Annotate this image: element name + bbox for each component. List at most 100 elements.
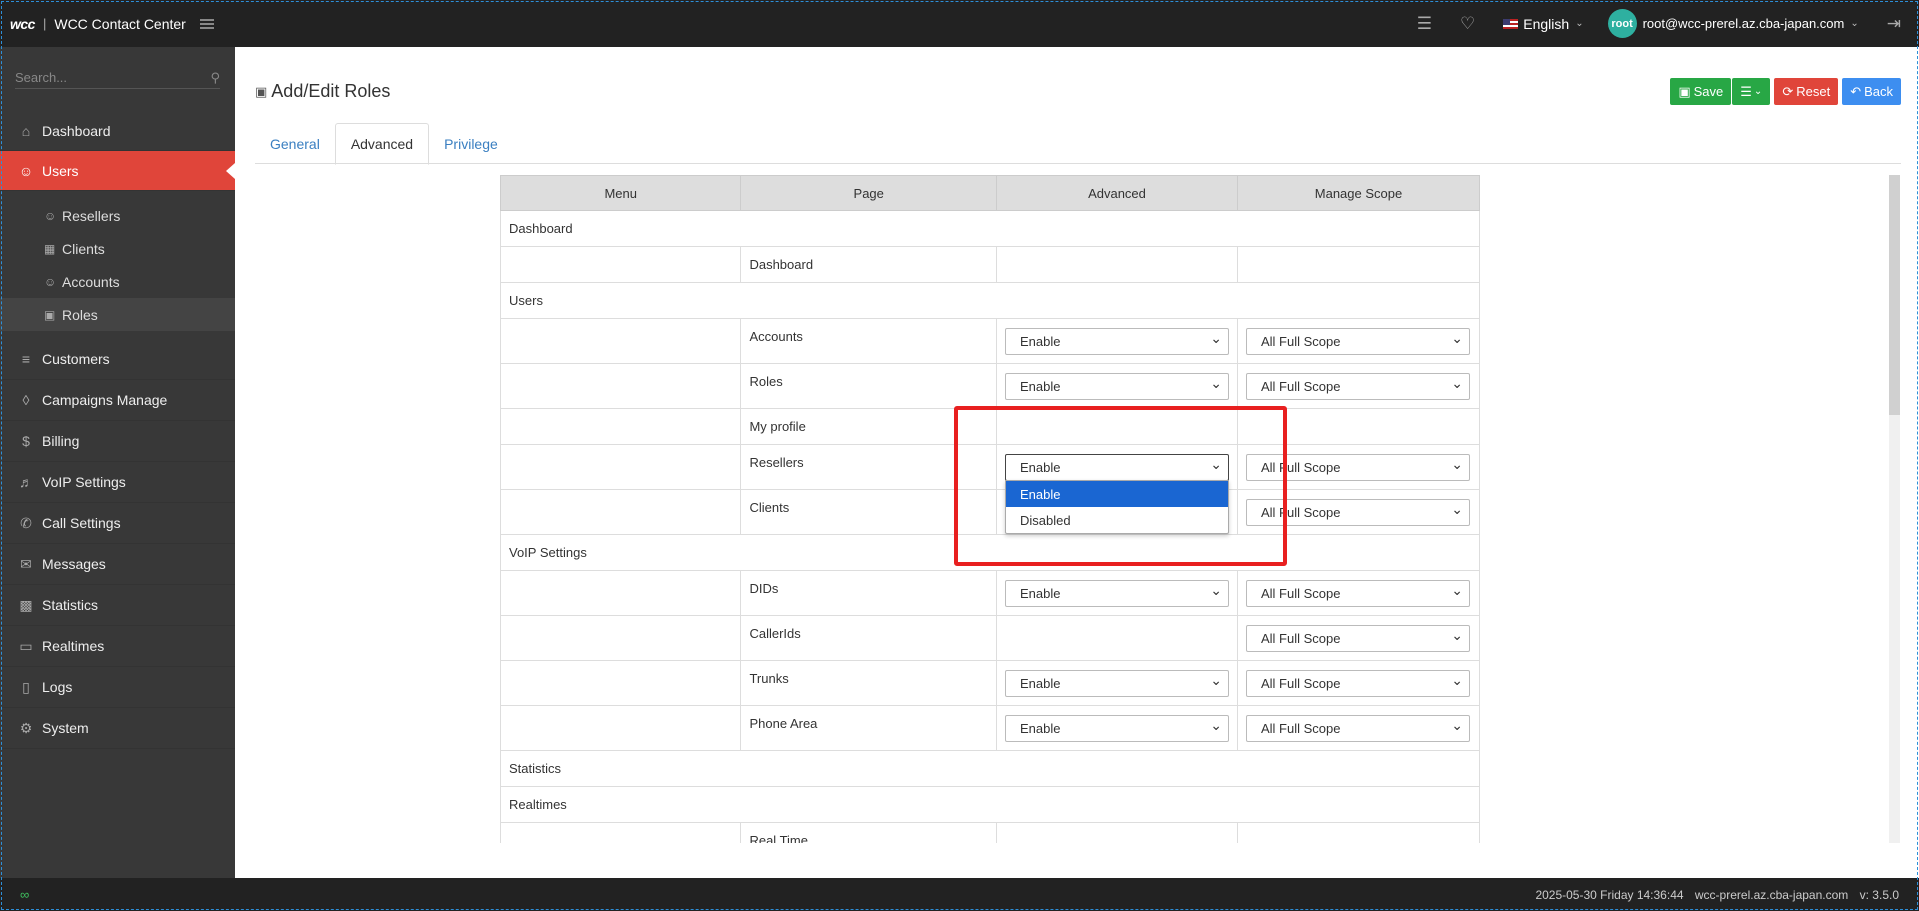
- table-row: CallerIds All Full Scope: [500, 615, 1480, 661]
- sidebar-item-statistics[interactable]: ▩ Statistics: [0, 585, 235, 626]
- sidebar-item-label: Logs: [42, 679, 73, 695]
- section-dashboard: Dashboard: [500, 210, 1480, 247]
- status-bar: ∞ 2025-05-30 Friday 14:36:44 wcc-prerel.…: [0, 878, 1919, 911]
- advanced-select-trunks[interactable]: Enable: [1004, 669, 1229, 697]
- user-menu[interactable]: root root@wcc-prerel.az.cba-japan.com ⌄: [1607, 9, 1859, 38]
- scope-select-roles[interactable]: All Full Scope: [1245, 372, 1470, 400]
- save-label: Save: [1693, 84, 1724, 99]
- sidebar-item-logs[interactable]: ▯ Logs: [0, 667, 235, 708]
- logout-icon[interactable]: ⇥: [1887, 14, 1901, 34]
- sidebar-item-system[interactable]: ⚙ System: [0, 708, 235, 749]
- sidebar-item-call-settings[interactable]: ✆ Call Settings: [0, 503, 235, 544]
- sidebar-item-customers[interactable]: ≡ Customers: [0, 339, 235, 380]
- scope-select-dids[interactable]: All Full Scope: [1245, 579, 1470, 607]
- sidebar-subitem-label: Resellers: [62, 207, 121, 224]
- chevron-down-icon: ⌄: [1753, 86, 1763, 97]
- user-email: root@wcc-prerel.az.cba-japan.com: [1642, 16, 1845, 31]
- layers-icon[interactable]: ☰: [1417, 14, 1432, 34]
- header-page: Page: [740, 175, 997, 211]
- dollar-icon: $: [22, 433, 30, 449]
- advanced-select-dids[interactable]: Enable: [1004, 579, 1229, 607]
- page-actions: ▣ Save ☰ ⌄ ⟳ Reset ↶ Back: [1666, 78, 1901, 105]
- table-row: Dashboard: [500, 246, 1480, 283]
- user-icon: ☺: [44, 208, 57, 223]
- sidebar-subitem-clients[interactable]: ▦ Clients: [0, 232, 235, 265]
- advanced-select-roles[interactable]: Enable: [1004, 372, 1229, 400]
- sidebar-item-label: Campaigns Manage: [42, 392, 168, 408]
- sidebar-item-label: Customers: [42, 351, 110, 367]
- floppy-icon: ▣: [1678, 83, 1691, 99]
- sidebar-item-label: Messages: [42, 556, 106, 572]
- brand: wcc | WCC Contact Center: [0, 0, 235, 47]
- scope-select-accounts[interactable]: All Full Scope: [1245, 327, 1470, 355]
- logo[interactable]: wcc: [10, 16, 35, 32]
- reset-button[interactable]: ⟳ Reset: [1774, 78, 1839, 105]
- user-icon: ☺: [44, 274, 57, 289]
- header-advanced: Advanced: [995, 175, 1238, 211]
- advanced-select-accounts[interactable]: Enable: [1004, 327, 1229, 355]
- users-submenu: ☺ Resellers ▦ Clients ☺ Accounts ▣ Roles: [0, 191, 235, 339]
- vertical-scrollbar[interactable]: [1889, 175, 1900, 843]
- back-button[interactable]: ↶ Back: [1842, 78, 1901, 105]
- language-selector[interactable]: English ⌄: [1503, 16, 1584, 32]
- status-version: v: 3.5.0: [1859, 887, 1899, 902]
- sidebar-item-users[interactable]: ☺ Users: [0, 151, 235, 191]
- sidebar-item-messages[interactable]: ✉ Messages: [0, 544, 235, 585]
- tab-general[interactable]: General: [255, 123, 335, 164]
- sidebar-item-campaigns[interactable]: ◊ Campaigns Manage: [0, 380, 235, 421]
- sidebar-item-voip-settings[interactable]: ♬ VoIP Settings: [0, 462, 235, 503]
- reset-label: Reset: [1796, 84, 1831, 99]
- page-phone-area: Phone Area: [740, 705, 997, 751]
- book-icon: ▯: [22, 678, 30, 695]
- table-row: Real Time: [500, 822, 1480, 843]
- sidebar-item-dashboard[interactable]: ⌂ Dashboard: [0, 111, 235, 151]
- sidebar-subitem-label: Accounts: [62, 273, 120, 290]
- us-flag-icon: [1503, 18, 1519, 29]
- page-roles: Roles: [740, 363, 997, 409]
- scope-select-callerids[interactable]: All Full Scope: [1245, 624, 1470, 652]
- app-title: WCC Contact Center: [54, 15, 186, 32]
- table-row: Phone Area Enable All Full Scope: [500, 705, 1480, 751]
- sidebar-item-label: Dashboard: [42, 122, 111, 139]
- bell-icon[interactable]: ♡: [1460, 14, 1475, 34]
- sidebar-subitem-accounts[interactable]: ☺ Accounts: [0, 265, 235, 298]
- sidebar-item-label: Billing: [42, 433, 80, 449]
- page-dids: DIDs: [740, 570, 997, 616]
- page-title: ▣ Add/Edit Roles: [255, 81, 390, 102]
- avatar: root: [1607, 9, 1637, 38]
- sidebar: Search... ⚲ ⌂ Dashboard ☺ Users ☺ Resell…: [0, 47, 235, 878]
- envelope-icon: ✉: [20, 555, 32, 572]
- scope-select-phone-area[interactable]: All Full Scope: [1245, 714, 1470, 742]
- windows-icon: ▦: [44, 241, 56, 256]
- sidebar-item-billing[interactable]: $ Billing: [0, 421, 235, 462]
- sidebar-item-label: VoIP Settings: [42, 474, 126, 490]
- advanced-select-phone-area[interactable]: Enable: [1004, 714, 1229, 742]
- chevron-down-icon: ⌄: [1575, 18, 1584, 29]
- sidebar-subitem-resellers[interactable]: ☺ Resellers: [0, 199, 235, 232]
- save-options-button[interactable]: ☰ ⌄: [1732, 78, 1771, 105]
- search-icon[interactable]: ⚲: [210, 70, 220, 86]
- table-row: Roles Enable All Full Scope: [500, 363, 1480, 409]
- save-button[interactable]: ▣ Save: [1670, 78, 1732, 105]
- scrollbar-thumb[interactable]: [1889, 175, 1900, 415]
- table-row: Trunks Enable All Full Scope: [500, 660, 1480, 706]
- sidebar-subitem-roles[interactable]: ▣ Roles: [0, 298, 235, 331]
- speaker-icon: ♬: [19, 474, 33, 490]
- phone-icon: ✆: [20, 514, 32, 531]
- sidebar-search[interactable]: Search... ⚲: [15, 67, 220, 89]
- sidebar-item-label: Call Settings: [42, 515, 121, 531]
- home-icon: ⌂: [21, 122, 31, 139]
- sidebar-item-realtimes[interactable]: ▭ Realtimes: [0, 626, 235, 667]
- refresh-icon: ⟳: [1782, 83, 1794, 99]
- search-input[interactable]: Search...: [15, 70, 210, 85]
- tab-advanced[interactable]: Advanced: [334, 123, 430, 165]
- scope-select-trunks[interactable]: All Full Scope: [1245, 669, 1470, 697]
- section-realtimes: Realtimes: [500, 786, 1480, 823]
- bar-chart-icon: ▩: [19, 596, 33, 613]
- menu-toggle-icon[interactable]: [199, 18, 214, 29]
- status-info: 2025-05-30 Friday 14:36:44 wcc-prerel.az…: [1527, 888, 1919, 902]
- page-accounts: Accounts: [740, 318, 997, 364]
- roles-icon: ▣: [44, 307, 56, 322]
- sidebar-item-label: Users: [42, 162, 79, 179]
- tab-privilege[interactable]: Privilege: [429, 123, 513, 164]
